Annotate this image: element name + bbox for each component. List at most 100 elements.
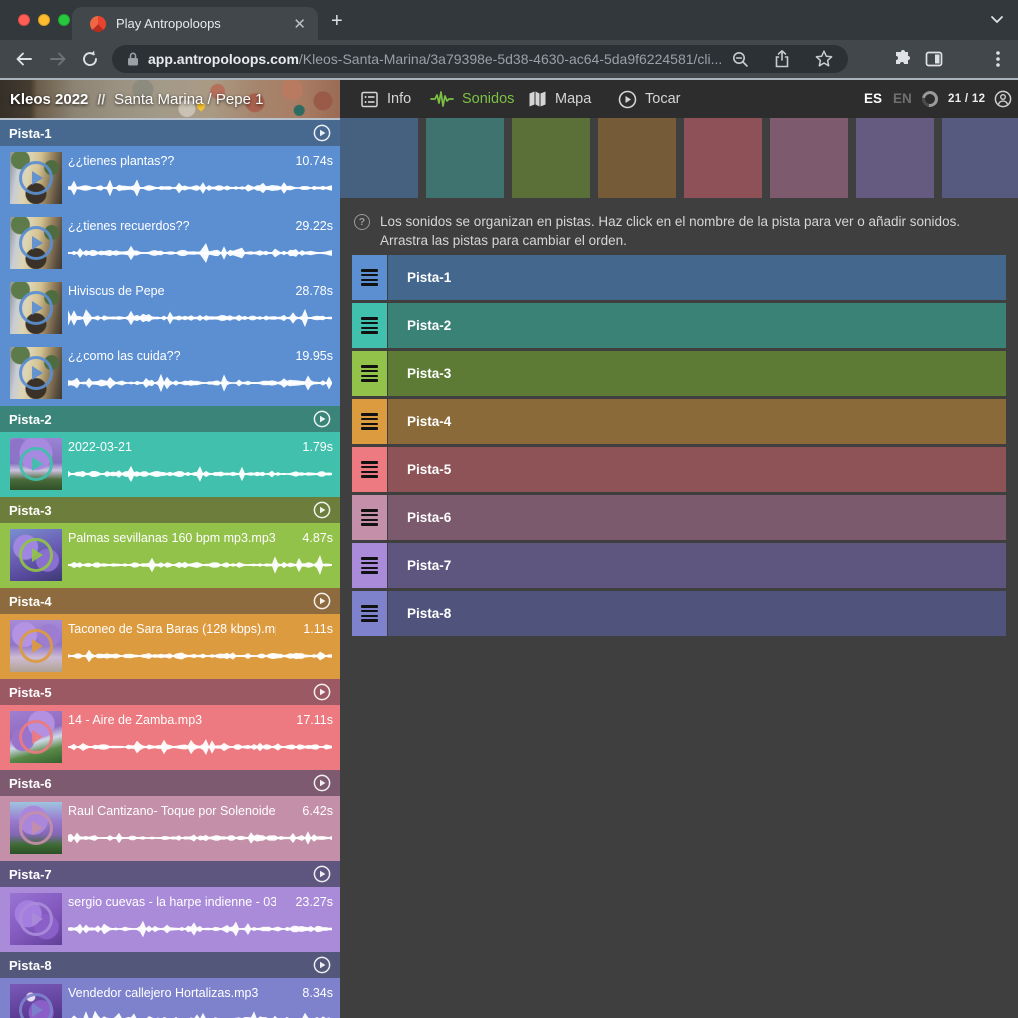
track-name-bar[interactable]: Pista-8 (388, 591, 1006, 636)
reload-icon[interactable] (80, 49, 100, 69)
clip-play-icon[interactable] (19, 538, 53, 572)
sidebar-track-header[interactable]: Pista-8 (0, 952, 340, 978)
sidebar-track-header[interactable]: Pista-3 (0, 497, 340, 523)
drag-handle[interactable] (352, 591, 387, 636)
clip[interactable]: ¿¿como las cuida??19.95s (0, 341, 340, 406)
main-panel: ? Los sonidos se organizan en pistas. Ha… (340, 118, 1018, 1018)
track-color-swatch[interactable] (512, 118, 590, 198)
drag-handle[interactable] (352, 255, 387, 300)
tab-info[interactable]: Info (360, 80, 411, 118)
sidebar-track-header[interactable]: Pista-1 (0, 120, 340, 146)
sidebar-track-header[interactable]: Pista-7 (0, 861, 340, 887)
track-color-swatch[interactable] (856, 118, 934, 198)
clip-play-icon[interactable] (19, 720, 53, 754)
tab-close-icon[interactable]: ✕ (293, 15, 306, 33)
lock-icon (126, 51, 140, 67)
track-name-bar[interactable]: Pista-4 (388, 399, 1006, 444)
drag-handle[interactable] (352, 543, 387, 588)
clip[interactable]: 14 - Aire de Zamba.mp317.11s (0, 705, 340, 770)
side-panel-icon[interactable] (924, 49, 944, 69)
track-name-bar[interactable]: Pista-5 (388, 447, 1006, 492)
track-row: Pista-3 (352, 351, 1006, 396)
browser-tab[interactable]: Play Antropoloops ✕ (72, 7, 318, 40)
track-name: Pista-1 (407, 270, 451, 285)
track-color-strip (340, 118, 1018, 198)
clip-play-icon[interactable] (19, 356, 53, 390)
track-play-icon[interactable] (313, 592, 331, 610)
menu-dots-icon[interactable] (995, 49, 1001, 69)
track-name-bar[interactable]: Pista-7 (388, 543, 1006, 588)
clip-play-icon[interactable] (19, 902, 53, 936)
track-name-bar[interactable]: Pista-1 (388, 255, 1006, 300)
clip-play-icon[interactable] (19, 161, 53, 195)
track-color-swatch[interactable] (340, 118, 418, 198)
clip[interactable]: ¿¿tienes plantas?? 10.74s (0, 146, 340, 211)
waveform-graphic (68, 914, 332, 944)
language-en-button[interactable]: EN (893, 91, 912, 106)
clip-title: Raul Cantizano- Toque por Solenoide.mp3 (68, 804, 276, 818)
clip-title: ¿¿tienes plantas?? (68, 154, 276, 168)
drag-handle[interactable] (352, 351, 387, 396)
clip[interactable]: ¿¿tienes recuerdos??29.22s (0, 211, 340, 276)
tab-sonidos[interactable]: Sonidos (430, 80, 514, 118)
account-icon[interactable] (994, 90, 1012, 108)
drag-handle[interactable] (352, 447, 387, 492)
extensions-puzzle-icon[interactable] (893, 49, 913, 69)
tab-search-chevron-icon[interactable] (990, 15, 1004, 25)
clip-play-icon[interactable] (19, 629, 53, 663)
window-minimize-icon[interactable] (38, 14, 50, 26)
track-play-icon[interactable] (313, 774, 331, 792)
share-icon[interactable] (772, 49, 792, 69)
clip[interactable]: Palmas sevillanas 160 bpm mp3.mp34.87s (0, 523, 340, 588)
clip[interactable]: sergio cuevas - la harpe indienne - 03 -… (0, 887, 340, 952)
clip-play-icon[interactable] (19, 291, 53, 325)
track-name-bar[interactable]: Pista-2 (388, 303, 1006, 348)
bookmark-star-icon[interactable] (814, 49, 834, 69)
tab-mapa[interactable]: Mapa (528, 80, 591, 118)
drag-handle[interactable] (352, 303, 387, 348)
sidebar-track-header[interactable]: Pista-4 (0, 588, 340, 614)
track-color-swatch[interactable] (770, 118, 848, 198)
track-name-bar[interactable]: Pista-6 (388, 495, 1006, 540)
help-message: ? Los sonidos se organizan en pistas. Ha… (354, 212, 1004, 250)
track-play-icon[interactable] (313, 410, 331, 428)
new-tab-icon[interactable]: + (331, 12, 343, 30)
back-icon[interactable] (14, 49, 34, 69)
sidebar-track-header[interactable]: Pista-6 (0, 770, 340, 796)
clip-title: Taconeo de Sara Baras (128 kbps).mp3 (68, 622, 276, 636)
drag-handle[interactable] (352, 399, 387, 444)
forward-icon[interactable] (48, 49, 68, 69)
track-color-swatch[interactable] (684, 118, 762, 198)
track-play-icon[interactable] (313, 124, 331, 142)
track-color-swatch[interactable] (598, 118, 676, 198)
track-play-icon[interactable] (313, 683, 331, 701)
track-play-icon[interactable] (313, 501, 331, 519)
clip-duration: 4.87s (302, 531, 333, 545)
clip[interactable]: Taconeo de Sara Baras (128 kbps).mp31.11… (0, 614, 340, 679)
clip[interactable]: 2022-03-211.79s (0, 432, 340, 497)
track-play-icon[interactable] (313, 956, 331, 974)
track-play-icon[interactable] (313, 865, 331, 883)
clip[interactable]: Raul Cantizano- Toque por Solenoide.mp36… (0, 796, 340, 861)
drag-handle[interactable] (352, 495, 387, 540)
sidebar-track-header[interactable]: Pista-5 (0, 679, 340, 705)
tab-tocar[interactable]: Tocar (618, 80, 680, 118)
waveform-graphic (68, 173, 332, 203)
track-color-swatch[interactable] (426, 118, 504, 198)
clip-play-icon[interactable] (19, 226, 53, 260)
window-zoom-icon[interactable] (58, 14, 70, 26)
clip-play-icon[interactable] (19, 447, 53, 481)
clip-play-icon[interactable] (19, 811, 53, 845)
sidebar-track-header[interactable]: Pista-2 (0, 406, 340, 432)
breadcrumb[interactable]: Kleos 2022 // Santa Marina / Pepe 1 (10, 80, 263, 118)
track-name-bar[interactable]: Pista-3 (388, 351, 1006, 396)
clip-duration: 10.74s (295, 154, 333, 168)
clip-title: Vendedor callejero Hortalizas.mp3 (68, 986, 276, 1000)
zoom-out-icon[interactable] (730, 49, 750, 69)
address-bar[interactable]: app.antropoloops.com/Kleos-Santa-Marina/… (112, 45, 848, 73)
clip[interactable]: Vendedor callejero Hortalizas.mp38.34s (0, 978, 340, 1018)
window-close-icon[interactable] (18, 14, 30, 26)
clip[interactable]: Hiviscus de Pepe28.78s (0, 276, 340, 341)
track-color-swatch[interactable] (942, 118, 1018, 198)
language-es-button[interactable]: ES (864, 91, 882, 106)
